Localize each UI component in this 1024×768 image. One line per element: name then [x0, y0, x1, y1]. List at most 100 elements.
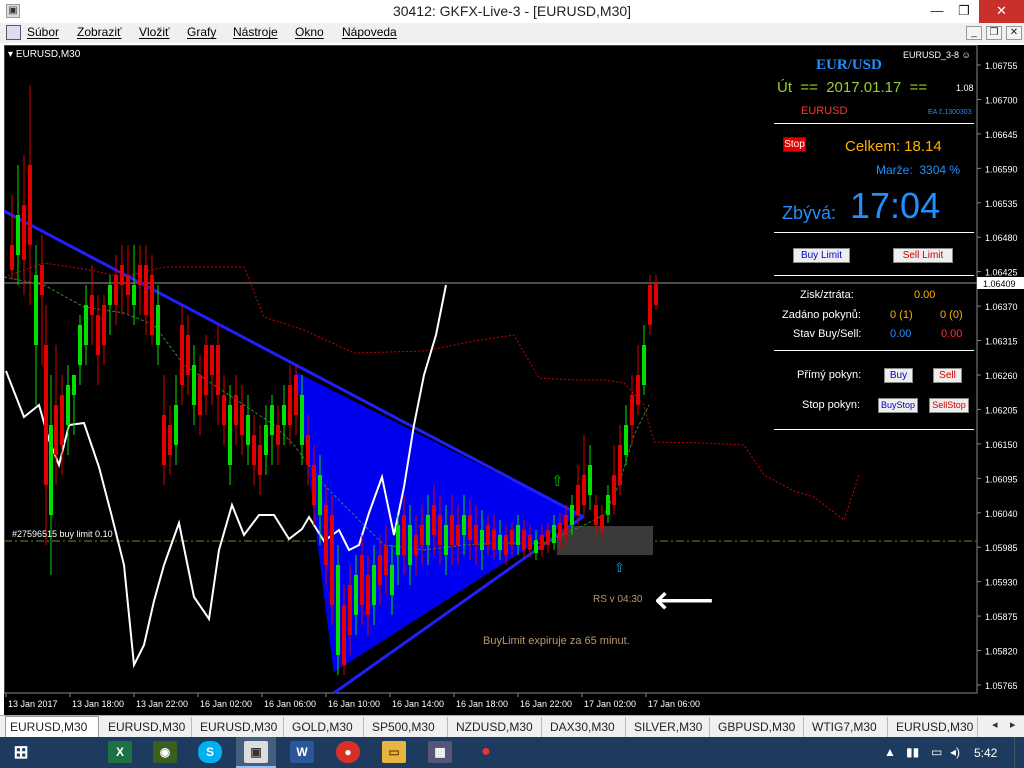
- tab-chart[interactable]: GOLD,M30: [288, 717, 364, 737]
- child-restore-button[interactable]: ❐: [986, 26, 1002, 40]
- skype-icon: S: [198, 741, 222, 763]
- candle-body: [54, 405, 58, 455]
- candle-body: [300, 395, 304, 445]
- tab-chart[interactable]: EURUSD,M30: [196, 717, 284, 737]
- close-button[interactable]: ✕: [979, 0, 1024, 23]
- candle-body: [336, 565, 340, 655]
- battery-icon[interactable]: ▭: [931, 745, 942, 759]
- child-minimize-button[interactable]: _: [966, 26, 982, 40]
- candle-body: [210, 345, 214, 375]
- tab-chart[interactable]: EURUSD,M30: [892, 717, 978, 737]
- candle-body: [552, 525, 556, 543]
- candle-body: [84, 305, 88, 345]
- document-icon[interactable]: [6, 25, 21, 40]
- tab-chart[interactable]: WTIG7,M30: [808, 717, 888, 737]
- chart-window[interactable]: 1.06755 1.06700 1.06645 1.06590 1.06535 1.064…: [4, 45, 1024, 715]
- clock[interactable]: 5:42: [974, 746, 997, 760]
- candle-body: [384, 545, 388, 575]
- tab-chart[interactable]: EURUSD,M30: [5, 716, 99, 737]
- tab-scroll-right-icon[interactable]: ▸: [1010, 718, 1016, 731]
- taskbar-chrome[interactable]: ●: [328, 737, 368, 768]
- time-tick-label: 13 Jan 22:00: [136, 699, 188, 709]
- candle-body: [126, 275, 130, 295]
- menu-okno[interactable]: Okno: [295, 25, 324, 39]
- tab-scroll-left-icon[interactable]: ◂: [992, 718, 998, 731]
- buy-button[interactable]: Buy: [884, 368, 913, 383]
- tab-chart[interactable]: SP500,M30: [368, 717, 448, 737]
- candle-body: [120, 265, 124, 285]
- price-tick-label: 1.05765: [985, 681, 1018, 691]
- candle-body: [648, 285, 652, 325]
- price-tick-label: 1.06755: [985, 61, 1018, 71]
- buystop-button[interactable]: BuyStop: [878, 398, 918, 413]
- sell-button[interactable]: Sell: [933, 368, 962, 383]
- taskbar-skype[interactable]: S: [190, 737, 230, 768]
- candle-body: [240, 405, 244, 435]
- candle-body: [492, 530, 496, 550]
- menu-zobrazit[interactable]: Zobraziť: [77, 25, 122, 39]
- time-tick-label: 17 Jan 02:00: [584, 699, 636, 709]
- candle-body: [432, 505, 436, 535]
- date-line: Út == 2017.01.17 ==: [777, 79, 928, 96]
- candle-body: [162, 415, 166, 465]
- tray-up-arrow-icon[interactable]: ▲: [884, 745, 896, 759]
- dropdown-triangle-icon: ▾: [8, 49, 16, 60]
- candle-body: [378, 555, 382, 585]
- candle-body: [390, 565, 394, 595]
- volume-icon[interactable]: ◂): [950, 745, 960, 759]
- primy-label: Přímý pokyn:: [797, 369, 862, 381]
- time-tick-label: 17 Jan 06:00: [648, 699, 700, 709]
- candle-body: [486, 525, 490, 545]
- start-button[interactable]: ⊞: [0, 737, 40, 768]
- taskbar-app[interactable]: ●: [466, 737, 506, 768]
- price-tick-label: 1.06480: [985, 233, 1018, 243]
- candle-body: [540, 535, 544, 550]
- tab-chart[interactable]: SILVER,M30: [630, 717, 710, 737]
- minimize-button[interactable]: —: [923, 0, 951, 23]
- sellstop-button[interactable]: SellStop: [929, 398, 969, 413]
- price-tick-label: 1.05930: [985, 578, 1018, 588]
- zadano-sell-value: 0 (0): [940, 309, 963, 321]
- tab-chart[interactable]: GBPUSD,M30: [714, 717, 804, 737]
- show-desktop-button[interactable]: [1014, 737, 1024, 768]
- candle-body: [582, 475, 586, 505]
- candle-body: [294, 375, 298, 415]
- menu-napoveda[interactable]: Nápoveda: [342, 25, 397, 39]
- expiry-label: BuyLimit expiruje za 65 minut.: [483, 635, 630, 647]
- menu-grafy[interactable]: Grafy: [187, 25, 216, 39]
- tab-chart[interactable]: DAX30,M30: [546, 717, 626, 737]
- taskbar-gkfx[interactable]: ▣: [236, 737, 276, 768]
- chrome-icon: ●: [336, 741, 360, 763]
- taskbar-excel[interactable]: X: [100, 737, 140, 768]
- candle-body: [606, 495, 610, 515]
- candle-body: [654, 283, 658, 305]
- menu-vlozit[interactable]: Vložiť: [139, 25, 170, 39]
- taskbar-word[interactable]: W: [282, 737, 322, 768]
- network-icon[interactable]: ▮▮: [906, 745, 919, 759]
- taskbar-terminal[interactable]: ▦: [420, 737, 460, 768]
- tab-chart[interactable]: NZDUSD,M30: [452, 717, 542, 737]
- menu-subor[interactable]: Súbor: [27, 25, 59, 39]
- windows-icon: ⊞: [13, 742, 29, 762]
- window-title: 30412: GKFX-Live-3 - [EURUSD,M30]: [392, 3, 632, 19]
- gkfx-icon: ▣: [244, 741, 268, 763]
- symbol-label: EURUSD: [801, 105, 848, 117]
- candle-body: [510, 530, 514, 545]
- stop-button[interactable]: Stop: [783, 137, 806, 152]
- price-tick-label: 1.06315: [985, 337, 1018, 347]
- menu-nastroje[interactable]: Nástroje: [233, 25, 278, 39]
- child-close-button[interactable]: ✕: [1006, 26, 1022, 40]
- candle-body: [252, 435, 256, 465]
- taskbar-metatrader[interactable]: ◉: [145, 737, 185, 768]
- taskbar-explorer[interactable]: ▭: [374, 737, 414, 768]
- candle-body: [204, 345, 208, 395]
- candle-body: [570, 505, 574, 525]
- buy-limit-button[interactable]: Buy Limit: [793, 248, 850, 263]
- marze-label: Marže: 3304 %: [876, 163, 961, 177]
- maximize-button[interactable]: ❐: [950, 0, 978, 23]
- sell-limit-button[interactable]: Sell Limit: [893, 248, 953, 263]
- tab-chart[interactable]: EURUSD,M30: [104, 717, 192, 737]
- candle-body: [72, 375, 76, 395]
- candle-body: [150, 275, 154, 335]
- price-tick-label: 1.06095: [985, 474, 1018, 484]
